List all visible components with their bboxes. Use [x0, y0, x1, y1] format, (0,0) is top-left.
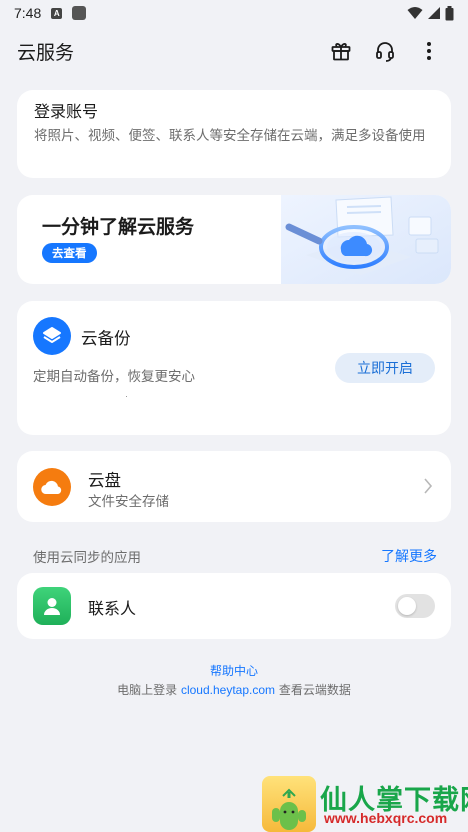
backup-title: 云备份	[81, 329, 131, 348]
intro-banner[interactable]: 一分钟了解云服务 去查看	[17, 195, 451, 284]
signal-icon	[428, 7, 440, 19]
login-card[interactable]: 登录账号 将照片、视频、便签、联系人等安全存储在云端，满足多设备使用	[17, 90, 451, 178]
contacts-label: 联系人	[88, 599, 137, 618]
customer-service-button[interactable]	[363, 31, 407, 71]
help-center-link[interactable]: 帮助中心	[0, 663, 468, 679]
footer-suffix: 查看云端数据	[278, 683, 351, 697]
sync-section-header: 使用云同步的应用 了解更多	[17, 546, 451, 568]
disk-description: 文件安全存储	[88, 494, 169, 510]
wifi-icon	[407, 7, 423, 19]
view-button[interactable]: 去查看	[42, 243, 97, 263]
more-options-button[interactable]	[407, 31, 451, 71]
cloud-magnifier-illustration	[281, 195, 451, 284]
status-time: 7:48	[14, 5, 42, 21]
watermark-url: www.hebxqrc.com	[324, 810, 448, 826]
learn-more-link[interactable]: 了解更多	[381, 546, 437, 566]
footer-web-hint: 电脑上登录 cloud.heytap.com 查看云端数据	[0, 681, 468, 699]
cloud-disk-icon	[33, 468, 71, 506]
footer-prefix: 电脑上登录	[117, 683, 178, 697]
gift-icon	[331, 43, 351, 61]
decorative-dot	[126, 396, 127, 397]
chevron-right-icon	[424, 478, 433, 494]
more-vert-icon	[427, 42, 431, 60]
login-title: 登录账号	[34, 102, 99, 121]
contacts-app-icon	[33, 587, 71, 625]
enable-backup-button[interactable]: 立即开启	[335, 353, 435, 383]
status-bar: 7:48 A	[0, 0, 468, 26]
cloud-web-link[interactable]: cloud.heytap.com	[181, 683, 275, 697]
cloud-disk-card[interactable]: 云盘 文件安全存储	[17, 451, 451, 522]
gift-button[interactable]	[319, 31, 363, 71]
banner-title: 一分钟了解云服务	[42, 216, 195, 238]
cactus-logo-icon	[262, 776, 316, 832]
headset-icon	[376, 42, 394, 62]
backup-description: 定期自动备份，恢复更安心	[33, 369, 195, 385]
toggle-knob	[398, 597, 416, 615]
cloud-backup-card: 云备份 定期自动备份，恢复更安心 立即开启	[17, 301, 451, 435]
person-icon	[44, 598, 60, 615]
footer: 帮助中心 电脑上登录 cloud.heytap.com 查看云端数据	[0, 663, 468, 699]
disk-title: 云盘	[88, 471, 121, 490]
login-description: 将照片、视频、便签、联系人等安全存储在云端，满足多设备使用	[34, 128, 426, 144]
notification-a-icon: A	[51, 7, 63, 19]
watermark: 仙人掌下载网 www.hebxqrc.com	[262, 776, 468, 832]
backup-icon	[33, 317, 71, 355]
contacts-sync-toggle[interactable]	[395, 594, 435, 618]
notification-square-icon	[72, 6, 87, 20]
battery-icon	[445, 5, 454, 20]
contacts-sync-card: 联系人	[17, 573, 451, 639]
sync-section-label: 使用云同步的应用	[33, 550, 141, 566]
page-title: 云服务	[17, 41, 75, 64]
app-bar: 云服务	[0, 30, 468, 72]
layers-icon	[43, 327, 61, 343]
cloud-icon	[41, 480, 62, 495]
